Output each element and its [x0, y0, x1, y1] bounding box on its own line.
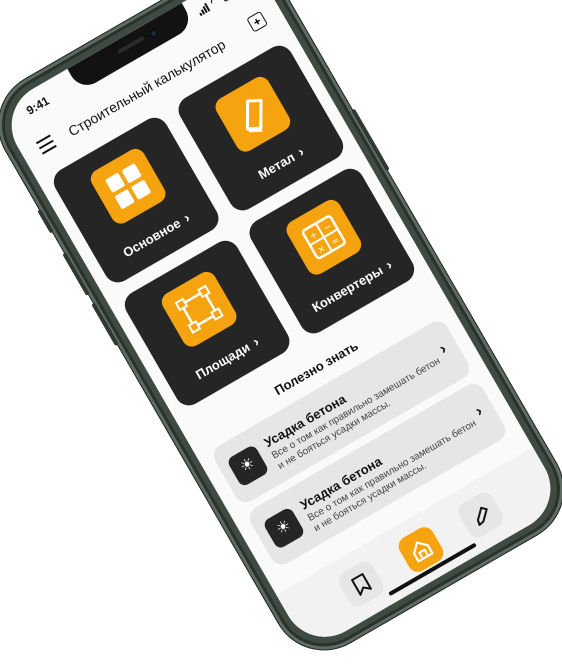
pencil-icon[interactable]	[454, 489, 507, 541]
grid-icon	[87, 145, 170, 228]
bookmark-icon[interactable]	[335, 558, 388, 610]
add-icon[interactable]: +	[246, 10, 269, 33]
lightbulb-icon: ☀	[226, 443, 270, 488]
signal-icon	[196, 1, 211, 16]
area-icon	[158, 268, 241, 351]
app-screen: 9:41 ◠ Строительный калькулятор + Основн…	[0, 0, 562, 653]
speaker	[116, 35, 145, 55]
menu-icon[interactable]	[35, 134, 57, 155]
calculator-icon: + − × =	[282, 196, 365, 279]
camera	[147, 27, 160, 40]
lightbulb-icon: ☀	[262, 506, 306, 550]
metal-icon	[211, 73, 294, 156]
battery-icon	[219, 0, 243, 2]
status-icons: ◠	[196, 0, 243, 16]
mute-switch	[37, 208, 54, 234]
phone-frame: 9:41 ◠ Строительный калькулятор + Основн…	[0, 0, 562, 669]
status-time: 9:41	[23, 93, 52, 118]
wifi-icon: ◠	[208, 0, 222, 9]
